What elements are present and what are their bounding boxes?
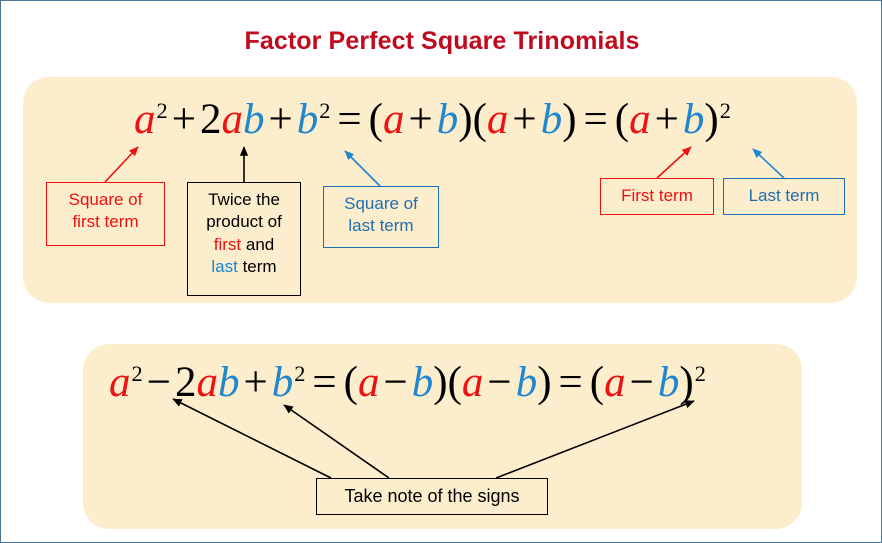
- math-token: b: [657, 359, 680, 406]
- math-token: =: [337, 96, 362, 143]
- math-token: =: [312, 359, 337, 406]
- math-token: 2: [174, 359, 197, 406]
- callout-line: Square of: [344, 194, 418, 213]
- math-token: +: [243, 359, 268, 406]
- math-token: a: [629, 96, 651, 143]
- math-token: +: [268, 96, 293, 143]
- math-exponent: 2: [131, 360, 143, 386]
- math-token: −: [146, 359, 171, 406]
- math-token: )2: [704, 96, 731, 143]
- math-token: ): [562, 96, 577, 143]
- math-token: ): [458, 96, 473, 143]
- math-token: b2: [271, 359, 306, 406]
- callout-word-and: and: [241, 234, 275, 254]
- callout-line: Last term: [748, 186, 820, 206]
- math-token: (: [368, 96, 383, 143]
- callout-twice-the-product[interactable]: Twice the product of first and last term: [187, 182, 301, 296]
- math-token: =: [558, 359, 583, 406]
- formula-perfect-square-plus: a2+2ab+b2 = (a+b)(a+b) = (a+b)2: [134, 98, 731, 141]
- callout-first-term[interactable]: First term: [600, 178, 714, 215]
- math-token: a: [383, 96, 405, 143]
- formula-perfect-square-minus: a2−2ab+b2 = (a−b)(a−b) = (a−b)2: [109, 361, 706, 404]
- math-token: a: [221, 96, 243, 143]
- callout-line: product of: [206, 212, 282, 232]
- math-token: −: [487, 359, 512, 406]
- math-token: +: [654, 96, 679, 143]
- math-token: +: [512, 96, 537, 143]
- math-token: (: [614, 96, 630, 143]
- math-token: +: [171, 96, 196, 143]
- callout-last-term[interactable]: Last term: [723, 178, 845, 215]
- slide-page: Factor Perfect Square Trinomials a2+2ab+…: [0, 0, 882, 543]
- math-token: =: [583, 96, 608, 143]
- math-exponent: 2: [294, 360, 306, 386]
- callout-square-of-last-term[interactable]: Square of last term: [323, 186, 439, 248]
- page-title: Factor Perfect Square Trinomials: [244, 27, 640, 55]
- math-token: (: [472, 96, 487, 143]
- callout-line: last term: [348, 216, 414, 236]
- math-token: b: [436, 96, 459, 143]
- math-token: b: [217, 359, 240, 406]
- math-token: a: [358, 359, 380, 406]
- math-token: ): [433, 359, 448, 406]
- math-token: (: [343, 359, 358, 406]
- math-token: b: [515, 359, 538, 406]
- math-token: −: [383, 359, 408, 406]
- callout-line: First term: [621, 186, 693, 206]
- callout-word-term: term: [237, 257, 277, 277]
- math-token: b: [682, 96, 705, 143]
- callout-word-last: last: [211, 257, 238, 277]
- math-token: b: [411, 359, 434, 406]
- math-token: ): [537, 359, 552, 406]
- math-exponent: 2: [694, 360, 706, 386]
- math-token: (: [589, 359, 605, 406]
- math-token: a: [604, 359, 626, 406]
- callout-word-first: first: [213, 234, 242, 254]
- math-token: a2: [134, 96, 168, 143]
- callout-line: Square of: [68, 190, 143, 209]
- math-token: (: [447, 359, 462, 406]
- math-token: a: [196, 359, 218, 406]
- math-token: a: [486, 96, 509, 143]
- math-token: )2: [679, 359, 706, 406]
- callout-line: Twice the: [208, 190, 280, 209]
- math-exponent: 2: [719, 97, 731, 123]
- math-token: 2: [199, 96, 222, 143]
- math-token: a2: [109, 359, 143, 406]
- callout-square-of-first-term[interactable]: Square of first term: [46, 182, 165, 246]
- callout-take-note-of-the-signs[interactable]: Take note of the signs: [316, 478, 548, 515]
- math-token: −: [629, 359, 654, 406]
- math-exponent: 2: [156, 97, 168, 123]
- callout-line: first term: [72, 212, 139, 232]
- math-token: a: [461, 359, 484, 406]
- math-token: b: [242, 96, 265, 143]
- callout-line: Take note of the signs: [344, 485, 520, 506]
- math-token: +: [408, 96, 433, 143]
- math-token: b: [540, 96, 563, 143]
- math-token: b2: [296, 96, 331, 143]
- math-exponent: 2: [319, 97, 331, 123]
